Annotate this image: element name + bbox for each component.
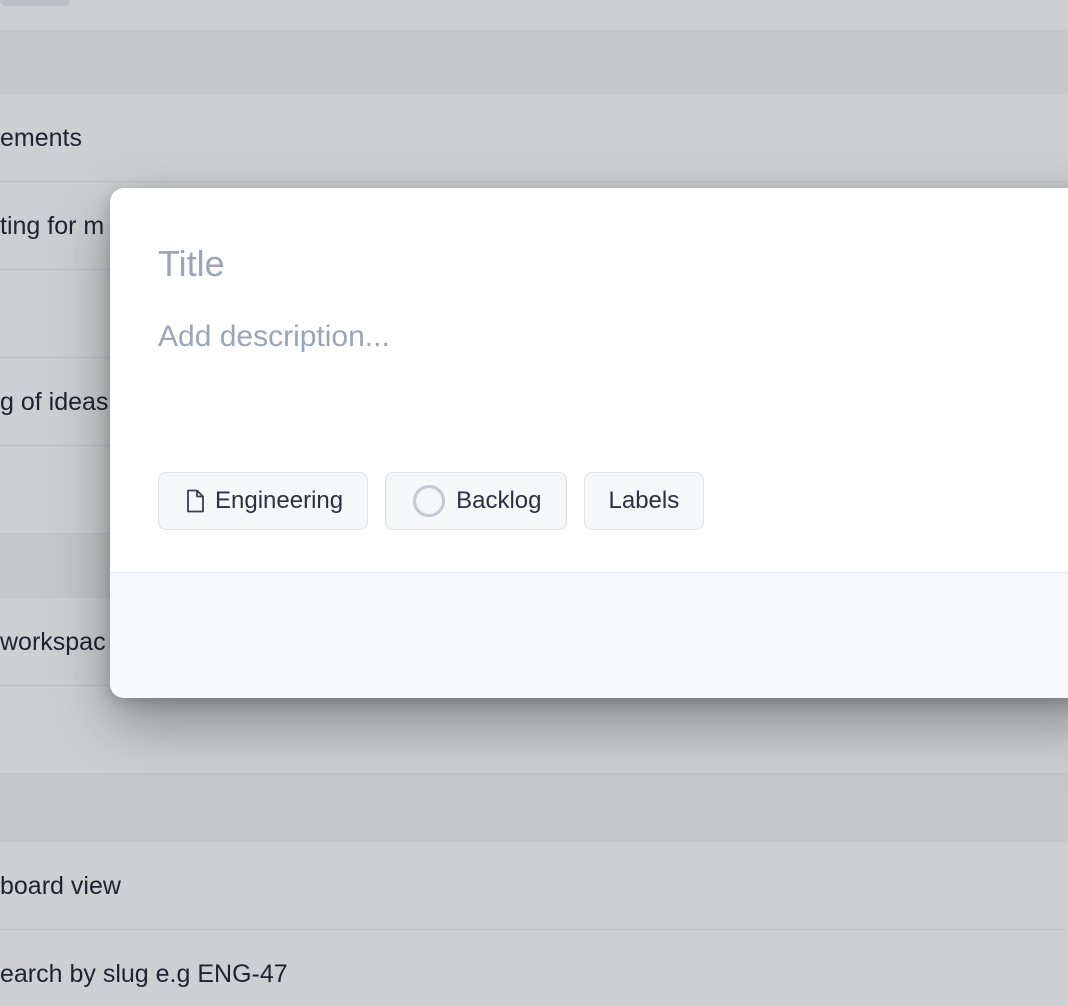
team-chip[interactable]: Engineering [158, 472, 369, 530]
modal-footer [110, 572, 1068, 698]
labels-chip-label: Labels [608, 487, 680, 514]
status-chip-label: Backlog [456, 487, 542, 514]
status-chip[interactable]: Backlog [385, 472, 567, 530]
issue-title-input[interactable] [158, 238, 1018, 290]
team-chip-label: Engineering [215, 487, 344, 514]
modal-body: Engineering Backlog Labels [110, 188, 1068, 572]
issue-description-input[interactable] [158, 320, 1018, 430]
issue-property-chips: Engineering Backlog Labels [158, 472, 705, 530]
create-issue-modal: Engineering Backlog Labels [110, 188, 1068, 698]
circle-status-icon [412, 484, 446, 518]
document-icon [185, 489, 205, 513]
labels-chip[interactable]: Labels [583, 472, 705, 530]
